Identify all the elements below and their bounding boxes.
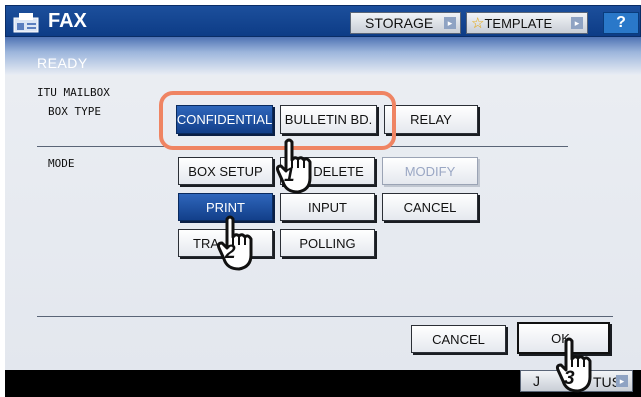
box-type-label: BOX TYPE (48, 105, 101, 118)
polling-button[interactable]: POLLING (280, 229, 375, 257)
template-label: TEMPLATE (484, 15, 553, 31)
storage-button[interactable]: STORAGE ▸ (350, 12, 461, 34)
chevron-right-icon: ▸ (444, 17, 456, 29)
cancel-button[interactable]: CANCEL (411, 325, 506, 353)
app-title: FAX (48, 10, 87, 32)
cancel-mode-button[interactable]: CANCEL (382, 193, 478, 221)
pointer-hand-icon (216, 215, 253, 271)
input-button[interactable]: INPUT (280, 193, 375, 221)
step-1-number: 1 (284, 165, 295, 186)
pointer-hand-icon (275, 138, 312, 194)
step-3-number: 3 (564, 368, 575, 389)
status-text: READY (37, 55, 88, 71)
mode-label: MODE (48, 157, 75, 170)
status-bar (5, 37, 641, 75)
section-heading: ITU MAILBOX (37, 86, 110, 99)
star-icon: ☆ (471, 15, 485, 32)
help-button[interactable]: ? (603, 12, 639, 34)
divider (37, 316, 613, 317)
chevron-right-icon: ▸ (616, 375, 628, 387)
pointer-hand-icon (555, 337, 592, 393)
step-2-number: 2 (225, 242, 236, 263)
fax-icon (13, 13, 39, 33)
storage-label: STORAGE (365, 15, 434, 31)
box-setup-button[interactable]: BOX SETUP (178, 157, 273, 185)
job-status-label: J (533, 373, 540, 389)
box-type-relay-button[interactable]: RELAY (384, 105, 478, 134)
title-bar: FAX STORAGE ▸ ☆ TEMPLATE ▸ ? (5, 5, 641, 37)
modify-button[interactable]: MODIFY (382, 157, 478, 185)
template-button[interactable]: ☆ TEMPLATE ▸ (466, 12, 588, 34)
chevron-right-icon: ▸ (571, 17, 583, 29)
